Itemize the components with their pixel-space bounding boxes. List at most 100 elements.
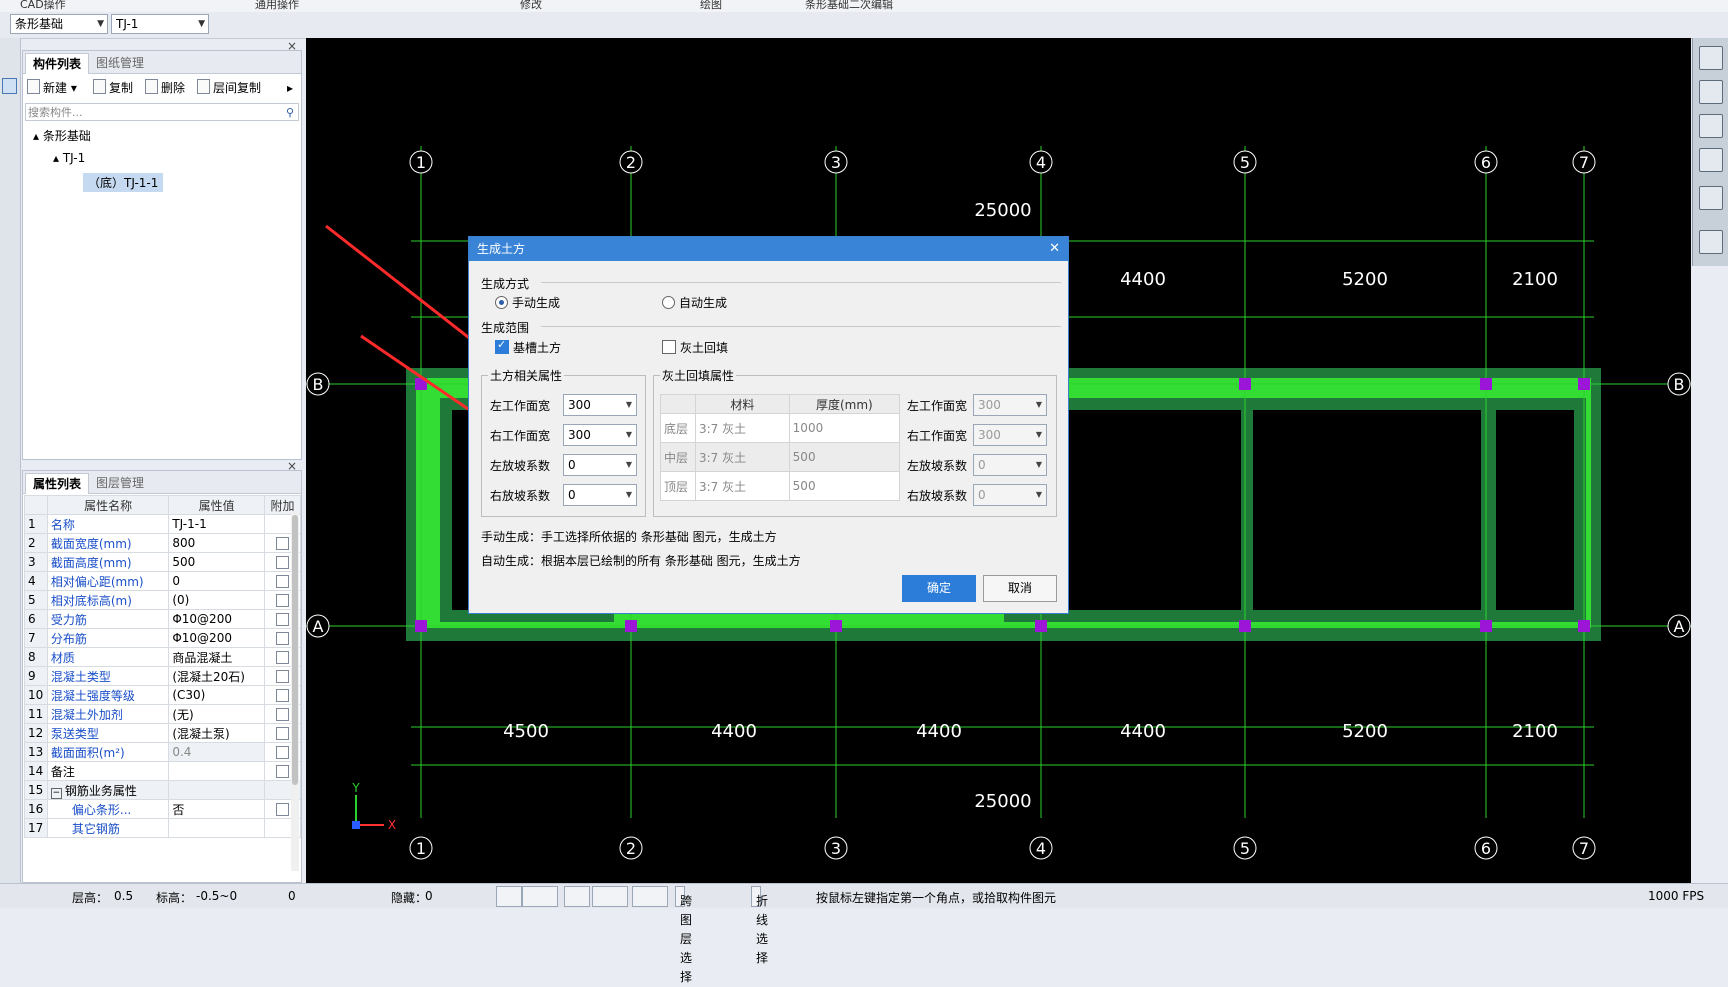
property-value[interactable]: 否 (168, 799, 265, 819)
extra-checkbox[interactable] (276, 689, 289, 702)
property-value[interactable]: (无) (168, 704, 265, 724)
auto-radio[interactable]: 自动生成 (662, 294, 727, 311)
property-row[interactable]: 9 混凝土类型 (混凝土20石) (24, 666, 301, 686)
property-value[interactable] (168, 761, 265, 781)
view-3d-icon[interactable] (1699, 80, 1723, 104)
ribbon-tab-edit[interactable]: 条形基础二次编辑 (805, 0, 893, 12)
extra-checkbox[interactable] (276, 575, 289, 588)
tree-node-root[interactable]: ▴ 条形基础 (33, 127, 91, 144)
property-value[interactable]: 商品混凝土 (168, 647, 265, 667)
backfill-checkbox[interactable]: 灰土回填 (662, 339, 728, 356)
floor-copy-button[interactable]: 层间复制 (197, 79, 261, 97)
property-value[interactable]: (混凝土20石) (168, 666, 265, 686)
property-value[interactable]: Φ10@200 (168, 628, 265, 648)
layer-select[interactable]: 条形基础 ▼ (10, 14, 108, 34)
property-row[interactable]: 16 偏心条形... 否 (24, 799, 301, 819)
property-value[interactable] (168, 818, 265, 838)
property-value[interactable]: 0 (168, 571, 265, 591)
extra-checkbox[interactable] (276, 594, 289, 607)
ribbon-tab-general[interactable]: 通用操作 (255, 0, 299, 12)
tab-property-list[interactable]: 属性列表 (25, 473, 90, 494)
extra-checkbox[interactable] (276, 746, 289, 759)
property-row[interactable]: 12 泵送类型 (混凝土泵) (24, 723, 301, 743)
cross-layer-select-button[interactable]: 跨图层选择 (675, 886, 692, 984)
extra-checkbox[interactable] (276, 727, 289, 740)
property-row[interactable]: 10 混凝土强度等级 (C30) (24, 685, 301, 705)
ribbon-tab-cad[interactable]: CAD操作 (20, 0, 66, 12)
cross-icon[interactable] (564, 886, 590, 907)
extra-checkbox[interactable] (276, 708, 289, 721)
snap-icon[interactable] (522, 886, 558, 907)
property-row[interactable]: 6 受力筋 Φ10@200 (24, 609, 301, 629)
property-value[interactable]: (C30) (168, 685, 265, 705)
extra-checkbox[interactable] (276, 613, 289, 626)
more-icon[interactable]: ▸ (287, 79, 293, 97)
trench-checkbox[interactable]: 基槽土方 (495, 338, 561, 356)
view-top-icon[interactable] (1699, 114, 1723, 138)
extra-checkbox[interactable] (276, 651, 289, 664)
property-value[interactable]: 500 (168, 552, 265, 572)
property-row[interactable]: 17 其它钢筋 (24, 818, 301, 838)
tree-node-child[interactable]: ▴ TJ-1 (53, 151, 85, 165)
extra-checkbox[interactable] (276, 632, 289, 645)
tree-node-selected[interactable]: （底）TJ-1-1 (83, 173, 164, 192)
cancel-button[interactable]: 取消 (983, 575, 1057, 602)
table-icon[interactable] (1699, 230, 1723, 254)
rotate-icon[interactable] (1699, 186, 1723, 210)
property-row[interactable]: 5 相对底标高(m) (0) (24, 590, 301, 610)
close-icon[interactable]: × (287, 459, 297, 473)
ribbon-tab-draw[interactable]: 绘图 (700, 0, 722, 12)
property-row[interactable]: 11 混凝土外加剂 (无) (24, 704, 301, 724)
property-row[interactable]: 7 分布筋 Φ10@200 (24, 628, 301, 648)
property-row[interactable]: 15− 钢筋业务属性 (24, 780, 301, 800)
property-row[interactable]: 8 材质 商品混凝土 (24, 647, 301, 667)
property-row[interactable]: 14 备注 (24, 761, 301, 781)
backfill-field-select[interactable]: 300 ▼ (973, 394, 1047, 416)
property-value[interactable]: Φ10@200 (168, 609, 265, 629)
backfill-field-select[interactable]: 0 ▼ (973, 484, 1047, 506)
search-icon[interactable]: ⚲ (286, 104, 294, 122)
ortho-icon[interactable] (496, 886, 522, 907)
tab-drawing-manager[interactable]: 图纸管理 (89, 53, 151, 73)
property-value[interactable]: (混凝土泵) (168, 723, 265, 743)
component-select[interactable]: TJ-1 ▼ (111, 14, 209, 34)
polyline-select-button[interactable]: 折线选择 (751, 886, 768, 965)
new-button[interactable]: 新建 ▾ (27, 79, 77, 97)
angle-icon[interactable] (592, 886, 628, 907)
extra-checkbox[interactable] (276, 765, 289, 778)
ribbon-tab-modify[interactable]: 修改 (520, 0, 542, 12)
property-row[interactable]: 13 截面面积(m²) 0.4 (24, 742, 301, 762)
dock-icon[interactable] (2, 78, 17, 94)
view-cube-icon[interactable] (1699, 148, 1723, 172)
insert-icon[interactable] (632, 886, 668, 907)
property-row[interactable]: 2 截面宽度(mm) 800 (24, 533, 301, 553)
scrollbar[interactable] (291, 511, 299, 871)
search-input[interactable]: 搜索构件... ⚲ (25, 103, 299, 121)
tab-component-list[interactable]: 构件列表 (25, 53, 90, 74)
close-icon[interactable]: ✕ (1049, 237, 1060, 261)
scrollbar-thumb[interactable] (292, 515, 298, 785)
earth-field-select[interactable]: 300 ▼ (563, 394, 637, 416)
extra-checkbox[interactable] (276, 556, 289, 569)
copy-button[interactable]: 复制 (93, 79, 133, 97)
property-value[interactable]: (0) (168, 590, 265, 610)
earth-field-select[interactable]: 0 ▼ (563, 484, 637, 506)
delete-button[interactable]: 删除 (145, 79, 185, 97)
property-value[interactable]: 800 (168, 533, 265, 553)
manual-radio[interactable]: 手动生成 (495, 294, 560, 311)
orbit-icon[interactable] (1699, 46, 1723, 70)
property-row[interactable]: 3 截面高度(mm) 500 (24, 552, 301, 572)
property-value[interactable]: 0.4 (168, 742, 265, 762)
tab-layer-manager[interactable]: 图层管理 (89, 473, 151, 493)
close-icon[interactable]: × (287, 39, 297, 53)
extra-checkbox[interactable] (276, 670, 289, 683)
property-row[interactable]: 1 名称 TJ-1-1 (24, 514, 301, 534)
earth-field-select[interactable]: 300 ▼ (563, 424, 637, 446)
backfill-field-select[interactable]: 0 ▼ (973, 454, 1047, 476)
extra-checkbox[interactable] (276, 803, 289, 816)
collapse-icon[interactable]: − (50, 787, 62, 799)
extra-checkbox[interactable] (276, 537, 289, 550)
property-row[interactable]: 4 相对偏心距(mm) 0 (24, 571, 301, 591)
ok-button[interactable]: 确定 (902, 575, 976, 602)
earth-field-select[interactable]: 0 ▼ (563, 454, 637, 476)
